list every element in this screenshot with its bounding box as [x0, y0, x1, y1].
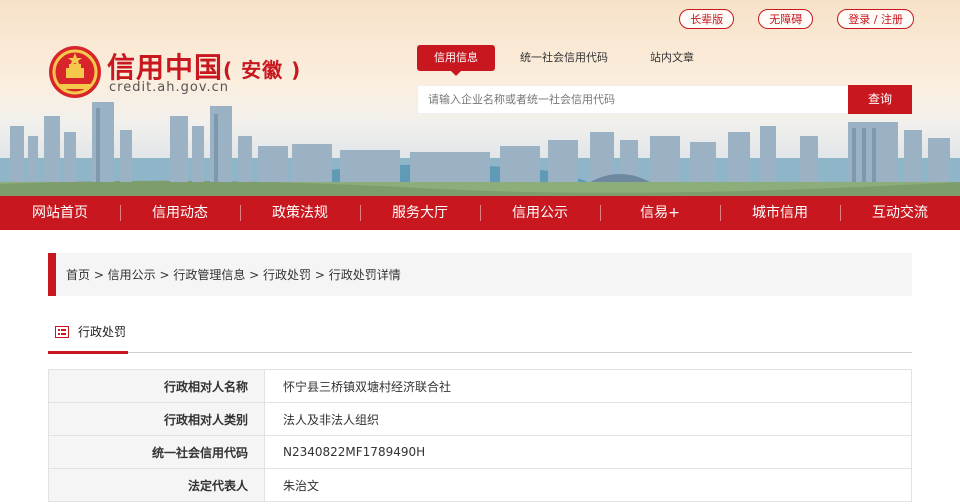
- tab-credit-info[interactable]: 信用信息: [417, 45, 495, 76]
- detail-value: 怀宁县三桥镇双塘村经济联合社: [264, 369, 912, 403]
- penalty-detail-table: 行政相对人名称 怀宁县三桥镇双塘村经济联合社 行政相对人类别 法人及非法人组织 …: [48, 369, 912, 502]
- table-row: 统一社会信用代码 N2340822MF1789490H: [48, 435, 912, 469]
- top-links: 长辈版 无障碍 登录 / 注册: [679, 9, 914, 29]
- nav-credit-disclosure[interactable]: 信用公示: [480, 196, 600, 230]
- breadcrumb-accent-bar: [48, 253, 56, 296]
- detail-value: 朱治文: [264, 468, 912, 502]
- search-button[interactable]: 查询: [848, 85, 912, 114]
- tab-credit-code[interactable]: 统一社会信用代码: [503, 45, 625, 71]
- nav-service-hall[interactable]: 服务大厅: [360, 196, 480, 230]
- section-title: 行政处罚: [78, 325, 127, 339]
- nav-xinyi-plus[interactable]: 信易+: [600, 196, 720, 230]
- nav-city-credit[interactable]: 城市信用: [720, 196, 840, 230]
- login-register-link[interactable]: 登录 / 注册: [837, 9, 914, 29]
- table-row: 法定代表人 朱治文: [48, 468, 912, 502]
- detail-value: 法人及非法人组织: [264, 402, 912, 436]
- tab-site-articles[interactable]: 站内文章: [633, 45, 711, 71]
- breadcrumb-text[interactable]: 首页 > 信用公示 > 行政管理信息 > 行政处罚 > 行政处罚详情: [66, 266, 401, 283]
- detail-label: 行政相对人名称: [48, 369, 265, 403]
- accessibility-link[interactable]: 无障碍: [758, 9, 814, 29]
- national-emblem-icon: [49, 46, 101, 98]
- section-underline: [48, 351, 128, 354]
- nav-interaction[interactable]: 互动交流: [840, 196, 960, 230]
- table-row: 行政相对人名称 怀宁县三桥镇双塘村经济联合社: [48, 369, 912, 403]
- search-input[interactable]: [417, 85, 849, 114]
- site-header: 长辈版 无障碍 登录 / 注册 信用中国( 安徽 ) credit.ah.gov…: [0, 0, 960, 196]
- elder-mode-link[interactable]: 长辈版: [679, 9, 735, 29]
- logo-region: ( 安徽 ): [223, 58, 302, 82]
- detail-label: 统一社会信用代码: [48, 435, 265, 469]
- nav-credit-news[interactable]: 信用动态: [120, 196, 240, 230]
- site-domain: credit.ah.gov.cn: [109, 80, 230, 95]
- table-row: 行政相对人类别 法人及非法人组织: [48, 402, 912, 436]
- search-tabs: 信用信息 统一社会信用代码 站内文章: [417, 45, 719, 76]
- detail-value: N2340822MF1789490H: [264, 435, 912, 469]
- section-header: 行政处罚: [48, 318, 912, 354]
- detail-label: 行政相对人类别: [48, 402, 265, 436]
- nav-home[interactable]: 网站首页: [0, 196, 120, 230]
- detail-label: 法定代表人: [48, 468, 265, 502]
- list-icon: [55, 326, 69, 338]
- main-nav: 网站首页 信用动态 政策法规 服务大厅 信用公示 信易+ 城市信用 互动交流: [0, 196, 960, 230]
- nav-policy[interactable]: 政策法规: [240, 196, 360, 230]
- breadcrumb: 首页 > 信用公示 > 行政管理信息 > 行政处罚 > 行政处罚详情: [48, 253, 912, 296]
